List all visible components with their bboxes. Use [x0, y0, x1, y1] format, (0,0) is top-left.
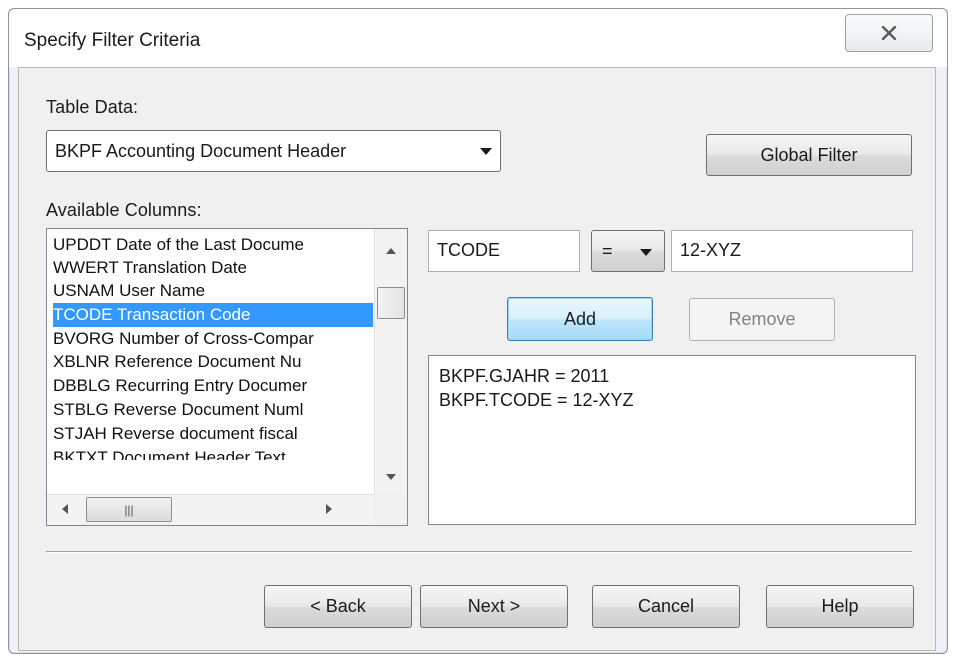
- next-button[interactable]: Next >: [420, 585, 568, 628]
- scroll-right-arrow-icon[interactable]: [326, 504, 332, 514]
- chevron-down-icon: [480, 148, 492, 155]
- criteria-list[interactable]: BKPF.GJAHR = 2011 BKPF.TCODE = 12-XYZ: [428, 355, 916, 525]
- list-item[interactable]: DBBLG Recurring Entry Documer: [53, 374, 373, 398]
- list-item[interactable]: BKTXT Document Header Text: [53, 446, 373, 460]
- horizontal-scroll-thumb[interactable]: |||: [86, 497, 172, 522]
- remove-button[interactable]: Remove: [689, 298, 835, 341]
- global-filter-button[interactable]: Global Filter: [706, 134, 912, 176]
- operator-select[interactable]: =: [591, 230, 665, 272]
- list-item[interactable]: BVORG Number of Cross-Compar: [53, 327, 373, 351]
- back-button[interactable]: < Back: [264, 585, 412, 628]
- criteria-item[interactable]: BKPF.TCODE = 12-XYZ: [439, 390, 634, 411]
- list-item[interactable]: WWERT Translation Date: [53, 256, 373, 280]
- scroll-left-arrow-icon[interactable]: [62, 504, 68, 514]
- scroll-grip-icon: |||: [124, 502, 134, 517]
- help-button[interactable]: Help: [766, 585, 914, 628]
- list-item-selected[interactable]: TCODE Transaction Code: [53, 303, 373, 327]
- filter-field-input[interactable]: TCODE: [428, 230, 580, 272]
- table-data-value: BKPF Accounting Document Header: [55, 141, 347, 161]
- available-columns-label: Available Columns:: [46, 200, 202, 220]
- list-item[interactable]: UPDDT Date of the Last Docume: [53, 233, 373, 257]
- filter-value-input[interactable]: 12-XYZ: [671, 230, 913, 272]
- add-button[interactable]: Add: [507, 297, 653, 341]
- list-item[interactable]: STBLG Reverse Document Numl: [53, 398, 373, 422]
- available-columns-list[interactable]: UPDDT Date of the Last Docume WWERT Tran…: [46, 228, 408, 526]
- list-item[interactable]: STJAH Reverse document fiscal: [53, 422, 373, 446]
- close-button[interactable]: [845, 14, 933, 52]
- dialog-title: Specify Filter Criteria: [24, 30, 201, 51]
- footer-divider-highlight: [46, 552, 912, 553]
- operator-value: =: [602, 240, 613, 261]
- vertical-scroll-thumb[interactable]: [377, 287, 405, 319]
- vertical-scrollbar[interactable]: [374, 229, 407, 495]
- criteria-item[interactable]: BKPF.GJAHR = 2011: [439, 366, 609, 387]
- chevron-down-icon: [640, 249, 652, 256]
- list-item[interactable]: USNAM User Name: [53, 279, 373, 303]
- table-data-label: Table Data:: [46, 97, 139, 117]
- cancel-button[interactable]: Cancel: [592, 585, 740, 628]
- scroll-down-arrow-icon[interactable]: [386, 474, 396, 480]
- scrollbar-corner: [374, 494, 407, 525]
- list-item[interactable]: XBLNR Reference Document Nu: [53, 350, 373, 374]
- close-icon: [881, 26, 897, 40]
- scroll-up-arrow-icon[interactable]: [386, 248, 396, 254]
- table-data-select[interactable]: BKPF Accounting Document Header: [46, 130, 501, 172]
